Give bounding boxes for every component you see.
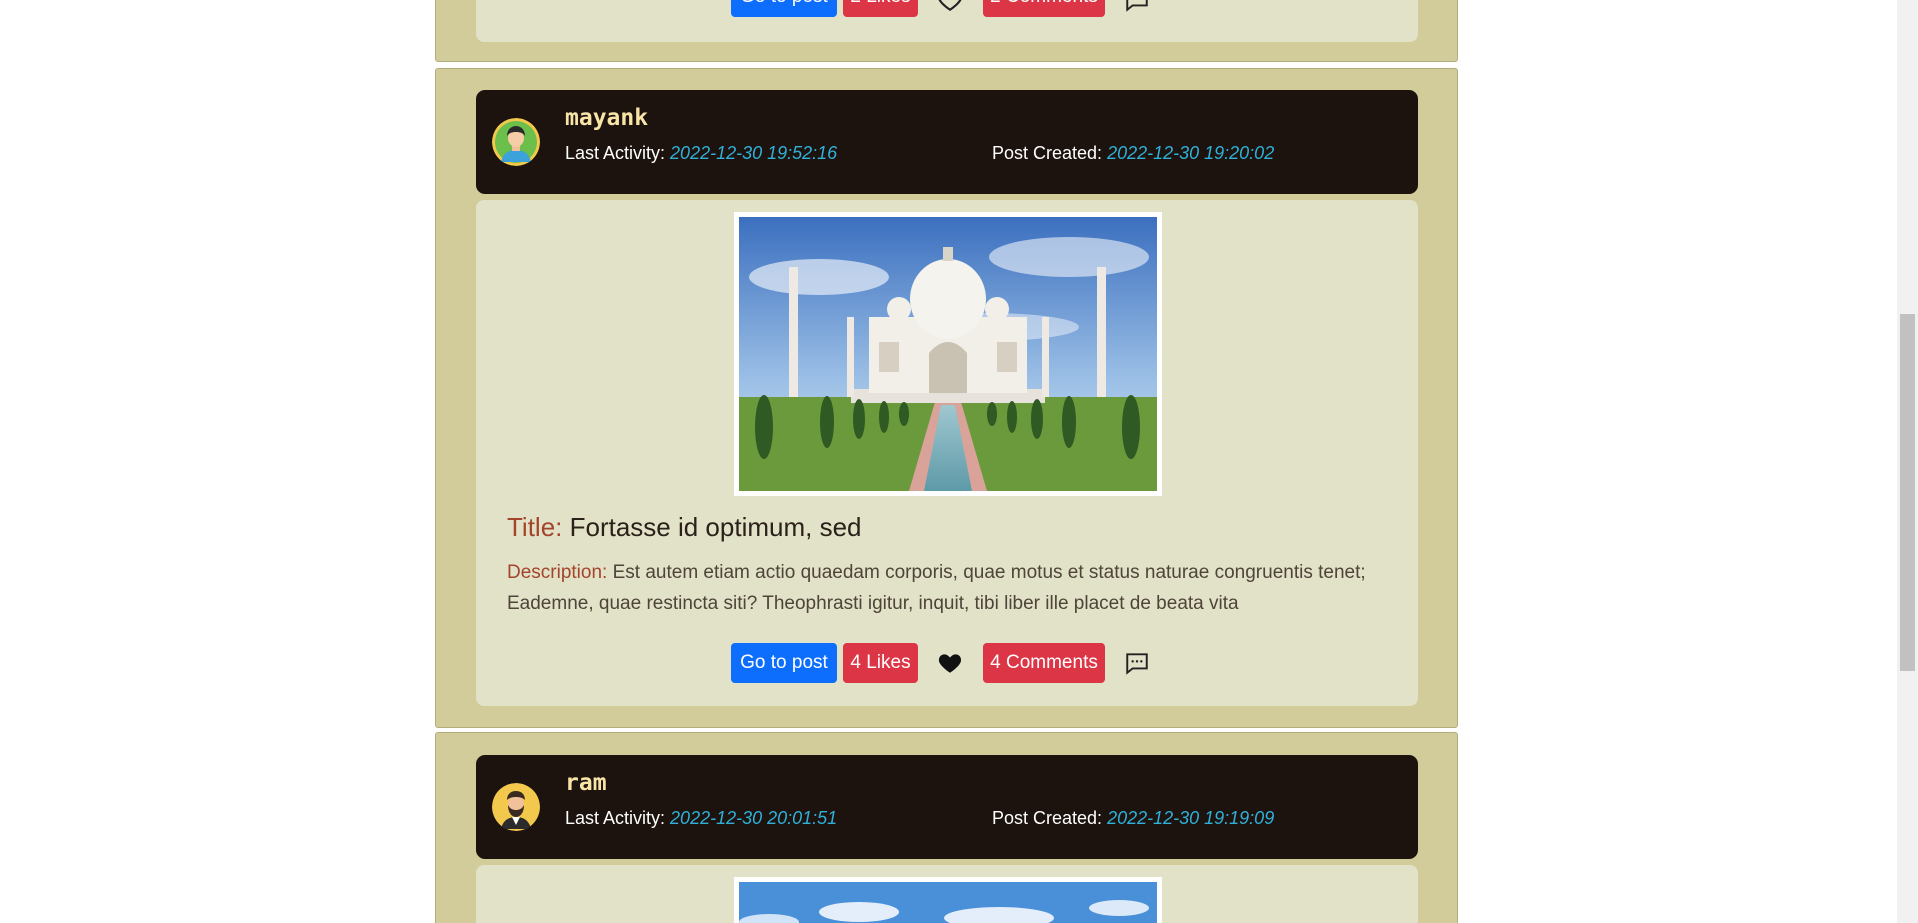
post-header: mayank Last Activity: 2022-12-30 19:52:1… — [476, 90, 1418, 194]
post-created-label: Post Created: — [992, 808, 1108, 828]
last-activity-value: 2022-12-30 20:01:51 — [670, 808, 838, 828]
likes-button[interactable]: 2 Likes — [843, 0, 918, 17]
go-to-post-button[interactable]: Go to post — [731, 0, 837, 17]
description-text: Est autem etiam actio quaedam corporis, … — [507, 562, 1366, 614]
last-activity-label: Last Activity: — [565, 808, 671, 828]
comments-button[interactable]: 4 Comments — [983, 643, 1105, 683]
post-header: ram Last Activity: 2022-12-30 20:01:51 P… — [476, 755, 1418, 859]
post-description: Description: Est autem etiam actio quaed… — [507, 557, 1387, 619]
post-created-label: Post Created: — [992, 143, 1108, 163]
user-avatar-icon — [492, 118, 540, 166]
post-created: Post Created: 2022-12-30 19:20:02 — [992, 143, 1274, 164]
scrollbar-thumb[interactable] — [1900, 314, 1915, 671]
last-activity: Last Activity: 2022-12-30 20:01:51 — [565, 808, 837, 829]
avatar — [492, 783, 540, 831]
description-label: Description: — [507, 562, 613, 583]
heart-outline-icon[interactable] — [937, 0, 963, 13]
post-created-value: 2022-12-30 19:20:02 — [1107, 143, 1275, 163]
heart-filled-icon[interactable] — [937, 650, 963, 676]
taj-mahal-image — [739, 217, 1157, 491]
username[interactable]: ram — [565, 770, 607, 796]
landscape-image — [739, 882, 1157, 923]
post-image[interactable] — [734, 212, 1162, 496]
post-image[interactable] — [734, 877, 1162, 923]
username[interactable]: mayank — [565, 105, 648, 131]
post-body — [476, 865, 1418, 923]
comments-button[interactable]: 2 Comments — [983, 0, 1105, 17]
scrollbar[interactable] — [1897, 0, 1918, 923]
comment-icon[interactable] — [1124, 650, 1150, 676]
likes-button[interactable]: 4 Likes — [843, 643, 918, 683]
post-body: Title: Fortasse id optimum, sed Descript… — [476, 200, 1418, 706]
last-activity-label: Last Activity: — [565, 143, 671, 163]
post-created: Post Created: 2022-12-30 19:19:09 — [992, 808, 1274, 829]
last-activity: Last Activity: 2022-12-30 19:52:16 — [565, 143, 837, 164]
title-label: Title: — [507, 512, 570, 542]
go-to-post-button[interactable]: Go to post — [731, 643, 837, 683]
title-text: Fortasse id optimum, sed — [569, 512, 862, 542]
post-created-value: 2022-12-30 19:19:09 — [1107, 808, 1275, 828]
avatar — [492, 118, 540, 166]
post-title: Title: Fortasse id optimum, sed — [507, 512, 862, 543]
post-feed: Go to post 2 Likes 2 Comments mayank Las… — [0, 0, 1897, 923]
comment-icon[interactable] — [1124, 0, 1150, 13]
last-activity-value: 2022-12-30 19:52:16 — [670, 143, 838, 163]
user-avatar-icon — [492, 783, 540, 831]
